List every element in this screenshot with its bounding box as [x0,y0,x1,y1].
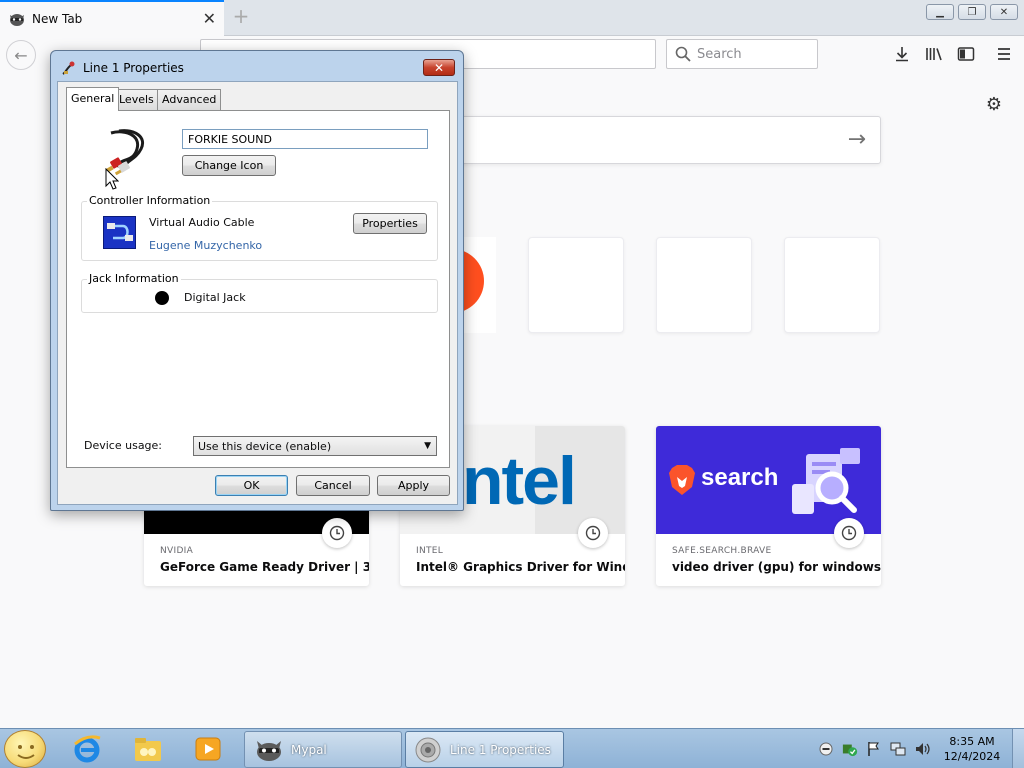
top-site-placeholder[interactable] [528,237,624,333]
top-site-placeholder[interactable] [656,237,752,333]
speaker-icon [415,737,441,762]
tab-new-tab[interactable]: New Tab ✕ [0,0,224,36]
clock-icon [578,518,608,548]
search-icon [675,46,691,62]
page-search-box[interactable]: → [430,116,881,164]
search-illustration-icon [792,448,860,514]
search-placeholder: Search [697,46,742,62]
start-button[interactable] [4,730,46,768]
intel-logo-text: ntel [462,443,577,519]
clock-icon [834,518,864,548]
brave-search-text: search [701,464,779,491]
tab-advanced[interactable]: Advanced [157,89,222,110]
menu-icon[interactable] [994,44,1014,64]
task-label: Mypal [291,742,327,757]
security-shield-icon[interactable] [842,741,858,757]
virtual-audio-cable-icon [103,216,136,249]
device-usage-label: Device usage: [84,439,163,452]
settings-gear-icon[interactable]: ⚙ [984,94,1004,115]
audio-cable-small-icon [62,61,75,75]
tray-minus-icon[interactable] [818,741,834,757]
card-source: NVIDIA [160,546,194,556]
close-icon: ✕ [999,6,1009,18]
mouse-pointer-icon [105,168,119,190]
go-arrow-icon[interactable]: → [848,127,866,152]
clock-icon [322,518,352,548]
device-usage-select[interactable]: Use this device (enable) ▼ [193,436,437,456]
taskbar-item-mypal[interactable]: Mypal [244,731,402,768]
dialog-close-button[interactable]: ✕ [423,59,455,76]
action-center-flag-icon[interactable] [866,741,882,757]
system-clock[interactable]: 8:35 AM 12/4/2024 [942,734,1002,764]
card-title: video driver (gpu) for windows ... [672,560,881,574]
internet-explorer-icon[interactable] [70,733,104,765]
dropdown-arrow-icon: ▼ [424,441,431,451]
change-icon-button[interactable]: Change Icon [182,155,276,176]
back-arrow-icon: ← [14,45,28,65]
dialog-title: Line 1 Properties [83,61,184,75]
close-window-button[interactable]: ✕ [990,4,1018,20]
dialog-body: General Levels Advanced Change Icon Cont… [57,81,458,505]
controller-vendor-link[interactable]: Eugene Muzychenko [149,239,262,252]
clock-date: 12/4/2024 [943,750,1001,763]
jack-color-icon [155,291,169,305]
controller-name: Virtual Audio Cable [149,216,255,229]
device-name-input[interactable] [182,129,428,149]
controller-info-heading: Controller Information [87,194,213,207]
jack-info-heading: Jack Information [87,272,181,285]
clock-time: 8:35 AM [949,735,995,748]
top-site-placeholder[interactable] [784,237,880,333]
apply-button[interactable]: Apply [377,475,450,496]
new-tab-button[interactable]: + [230,6,252,28]
line-properties-dialog: Line 1 Properties ✕ General Levels Advan… [50,50,464,511]
brave-lion-icon [669,465,695,495]
back-button[interactable]: ← [6,40,36,70]
card-title: Intel® Graphics Driver for Wind... [416,560,625,574]
tab-general[interactable]: General [66,87,120,111]
raccoon-icon [257,740,281,761]
downloads-icon[interactable] [892,44,912,64]
highlight-card-brave[interactable]: search SAFE.SEARCH.BRAVE video driver (g… [656,426,881,586]
tab-strip: New Tab ✕ + ▁ ❐ ✕ [0,0,1024,36]
card-title: GeForce Game Ready Driver | 3... [160,560,369,574]
search-bar[interactable]: Search [666,39,818,69]
network-icon[interactable] [890,741,906,757]
general-panel: Change Icon Controller Information Virtu… [66,110,450,468]
sidebar-icon[interactable] [956,44,976,64]
properties-button[interactable]: Properties [353,213,427,234]
media-player-icon[interactable] [191,733,225,765]
task-label: Line 1 Properties [450,742,551,757]
close-tab-icon[interactable]: ✕ [203,11,216,27]
jack-name: Digital Jack [184,291,246,304]
taskbar: Mypal Line 1 Properties 8:35 AM 12/4/202… [0,728,1024,768]
minimize-icon: ▁ [936,6,944,18]
card-source: SAFE.SEARCH.BRAVE [672,546,772,556]
top-site-tile[interactable] [460,237,496,333]
minimize-button[interactable]: ▁ [926,4,954,20]
restore-button[interactable]: ❐ [958,4,986,20]
file-explorer-icon[interactable] [131,733,165,765]
tab-title: New Tab [32,12,83,26]
show-desktop-button[interactable] [1012,729,1024,768]
device-usage-value: Use this device (enable) [198,439,332,453]
dialog-titlebar[interactable]: Line 1 Properties ✕ [51,51,463,85]
restore-icon: ❐ [967,6,977,18]
smiley-start-icon [17,745,35,759]
cancel-button[interactable]: Cancel [296,475,370,496]
library-icon[interactable] [924,44,944,64]
ok-button[interactable]: OK [215,475,288,496]
volume-icon[interactable] [914,741,930,757]
raccoon-icon [10,14,24,26]
taskbar-item-line-properties[interactable]: Line 1 Properties [405,731,564,768]
tab-levels[interactable]: Levels [114,89,159,110]
card-source: INTEL [416,546,444,556]
